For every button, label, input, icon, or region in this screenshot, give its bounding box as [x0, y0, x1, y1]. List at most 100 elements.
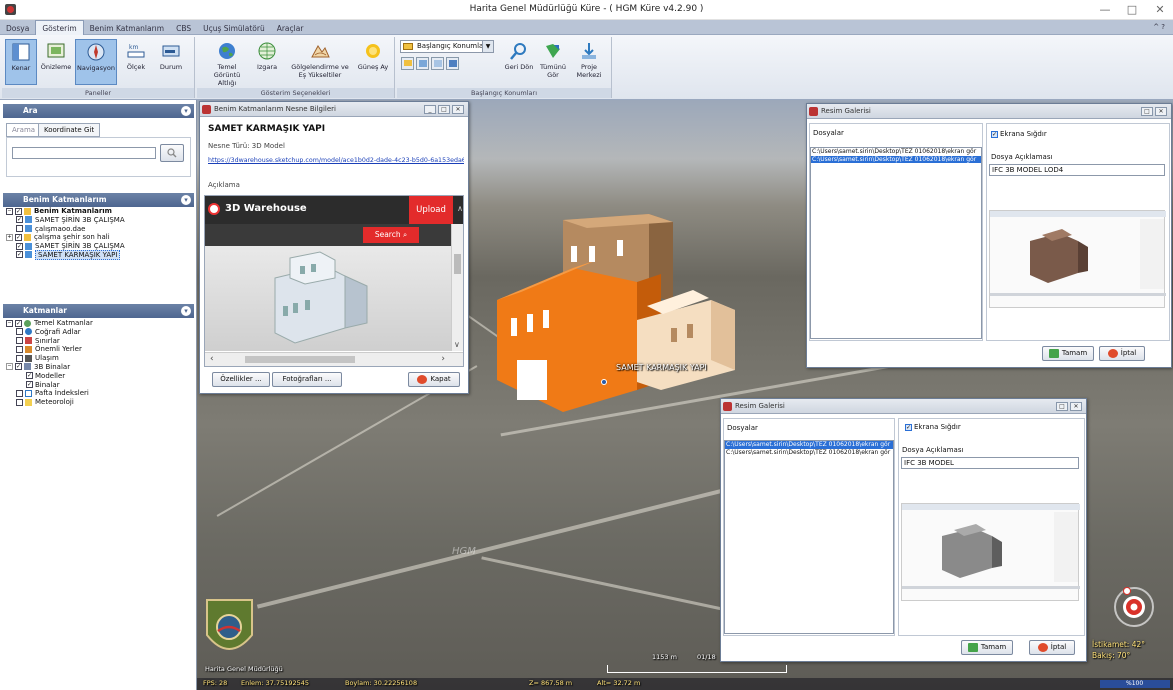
checkbox-checked[interactable]: ✓ [26, 372, 33, 380]
compass-icon[interactable] [1112, 585, 1156, 629]
olcek-button[interactable]: km Ölçek [120, 39, 152, 85]
description-browser[interactable]: 3D Warehouse Upload ∧ Search ⌕ ∨ ‹ › [204, 195, 464, 367]
tree-node[interactable]: Meteoroloji [6, 398, 93, 407]
checkbox-checked[interactable]: ✓ [16, 242, 23, 250]
expand-icon[interactable]: − [6, 207, 13, 215]
checkbox[interactable] [16, 354, 23, 362]
building-label[interactable]: SAMET KARMAŞIK YAPI [616, 363, 707, 372]
scroll-down-icon[interactable]: ∨ [454, 340, 460, 349]
tree-node-selected[interactable]: ✓ SAMET KARMAŞIK YAPI [6, 249, 125, 260]
checkbox[interactable] [16, 328, 23, 336]
checkbox-checked[interactable]: ✓ [15, 233, 22, 241]
temel-goruntu-button[interactable]: Temel Görüntü Altlığı [207, 39, 247, 87]
scroll-right-icon[interactable]: › [441, 354, 445, 364]
building-3d-model[interactable] [497, 210, 757, 420]
scrollbar-thumb[interactable] [454, 254, 461, 274]
geri-don-button[interactable]: Geri Dön [503, 39, 535, 85]
gallery2-ok-button[interactable]: Tamam [961, 640, 1013, 655]
navigasyon-button[interactable]: Navigasyon [75, 39, 117, 85]
expand-icon[interactable]: + [6, 233, 13, 241]
vertical-scrollbar[interactable]: ∨ [451, 224, 463, 351]
checkbox-checked[interactable]: ✓ [905, 423, 912, 431]
checkbox[interactable] [16, 345, 23, 353]
tree-node[interactable]: Coğrafi Adlar [6, 328, 93, 337]
minimize-button[interactable]: — [1097, 2, 1113, 18]
gallery2-file-list[interactable]: C:\Users\samet.sirin\Desktop\TEZ 0106201… [724, 440, 894, 634]
photos-button[interactable]: Fotoğrafları ... [272, 372, 342, 387]
checkbox[interactable] [16, 337, 23, 345]
golgelendirme-button[interactable]: Gölgelendirme ve Eş Yükseltiler [289, 39, 351, 85]
checkbox-checked[interactable]: ✓ [991, 130, 998, 138]
close-info-button[interactable]: Kapat [408, 372, 460, 387]
close-button[interactable]: ✕ [1155, 107, 1167, 116]
scroll-left-icon[interactable]: ‹ [210, 354, 214, 364]
file-item[interactable]: C:\Users\samet.sirin\Desktop\TEZ 0106201… [811, 148, 981, 156]
tab-arama[interactable]: Arama [6, 123, 42, 137]
warehouse-search-button[interactable]: Search ⌕ [363, 227, 419, 243]
tumunu-gor-button[interactable]: Tümünü Gör [537, 39, 569, 85]
close-button[interactable]: ✕ [452, 105, 464, 114]
tree-node[interactable]: + ✓ çalışma şehir son hali [6, 233, 125, 242]
gallery2-cancel-button[interactable]: İptal [1029, 640, 1075, 655]
tree-node[interactable]: − ✓ Temel Katmanlar [6, 319, 93, 328]
checkbox-checked[interactable]: ✓ [16, 216, 23, 224]
durum-button[interactable]: Durum [155, 39, 187, 85]
tree-node[interactable]: ✓ Modeller [6, 372, 93, 381]
gallery1-desc-field[interactable]: IFC 3B MODEL LOD4 [989, 164, 1165, 176]
upload-button[interactable]: Upload [409, 196, 453, 224]
search-input[interactable] [12, 147, 156, 159]
close-button[interactable]: ✕ [1152, 2, 1168, 18]
izgara-button[interactable]: Izgara [251, 39, 283, 85]
tree-node[interactable]: Pafta İndeksleri [6, 389, 93, 398]
start-location-dropdown[interactable]: Başlangıç Konumları ▼ [400, 40, 494, 53]
gallery1-file-list[interactable]: C:\Users\samet.sirin\Desktop\TEZ 0106201… [810, 147, 982, 339]
checkbox-checked[interactable]: ✓ [26, 381, 33, 389]
file-item[interactable]: C:\Users\samet.sirin\Desktop\TEZ 0106201… [725, 449, 893, 457]
open-folder-button[interactable] [401, 57, 414, 70]
menu-gosterim[interactable]: Gösterim [35, 20, 84, 35]
gunes-ay-button[interactable]: Güneş Ay [357, 39, 389, 85]
maximize-button[interactable]: □ [438, 105, 450, 114]
save-location-button[interactable] [446, 57, 459, 70]
tree-node[interactable]: − ✓ 3B Binalar [6, 363, 93, 372]
checkbox-checked[interactable]: ✓ [16, 251, 23, 259]
file-item-selected[interactable]: C:\Users\samet.sirin\Desktop\TEZ 0106201… [811, 155, 981, 163]
gallery2-desc-field[interactable]: IFC 3B MODEL [901, 457, 1079, 469]
tab-koordinate-git[interactable]: Koordinate Git [38, 123, 101, 137]
checkbox-checked[interactable]: ✓ [15, 207, 22, 215]
edit-location-button[interactable] [431, 57, 444, 70]
tree-node[interactable]: Önemli Yerler [6, 345, 93, 354]
model-link[interactable]: https://3dwarehouse.sketchup.com/model/a… [208, 157, 464, 164]
menu-dosya[interactable]: Dosya [0, 21, 35, 36]
checkbox-checked[interactable]: ✓ [15, 319, 22, 327]
collapse-icon[interactable]: ▾ [181, 195, 191, 205]
expand-icon[interactable]: − [6, 363, 13, 371]
collapse-icon[interactable]: ▾ [181, 106, 191, 116]
proje-merkezi-button[interactable]: Proje Merkezi [573, 39, 605, 85]
help-icon[interactable]: ^ ? [1153, 20, 1165, 35]
maximize-button[interactable]: □ [1056, 402, 1068, 411]
checkbox[interactable] [16, 398, 23, 406]
collapse-icon[interactable]: ▾ [181, 306, 191, 316]
tree-node[interactable]: Ulaşım [6, 354, 93, 363]
maximize-button[interactable]: □ [1141, 107, 1153, 116]
checkbox[interactable] [16, 225, 23, 233]
gallery1-fit-checkbox[interactable]: ✓ Ekrana Sığdır [991, 130, 1047, 138]
horizontal-scrollbar[interactable]: ‹ › [205, 352, 463, 366]
gallery1-cancel-button[interactable]: İptal [1099, 346, 1145, 361]
chevron-down-icon[interactable]: ▼ [482, 41, 493, 52]
menu-benim-katmanlarim[interactable]: Benim Katmanlarım [84, 21, 170, 36]
menu-cbs[interactable]: CBS [170, 21, 197, 36]
scroll-up-icon[interactable]: ∧ [457, 204, 463, 213]
onizleme-button[interactable]: Önizleme [40, 39, 72, 85]
gallery2-fit-checkbox[interactable]: ✓ Ekrana Sığdır [905, 423, 961, 431]
tree-node[interactable]: ✓ SAMET ŞİRİN 3B ÇALIŞMA [6, 216, 125, 225]
search-button[interactable] [160, 144, 184, 162]
tree-node[interactable]: çalışmaoo.dae [6, 225, 125, 234]
add-location-button[interactable] [416, 57, 429, 70]
minimize-button[interactable]: _ [424, 105, 436, 114]
scrollbar-thumb[interactable] [245, 356, 355, 363]
gallery1-ok-button[interactable]: Tamam [1042, 346, 1094, 361]
placemark-icon[interactable] [601, 379, 607, 385]
menu-ucus-simulatoru[interactable]: Uçuş Simülatörü [197, 21, 271, 36]
